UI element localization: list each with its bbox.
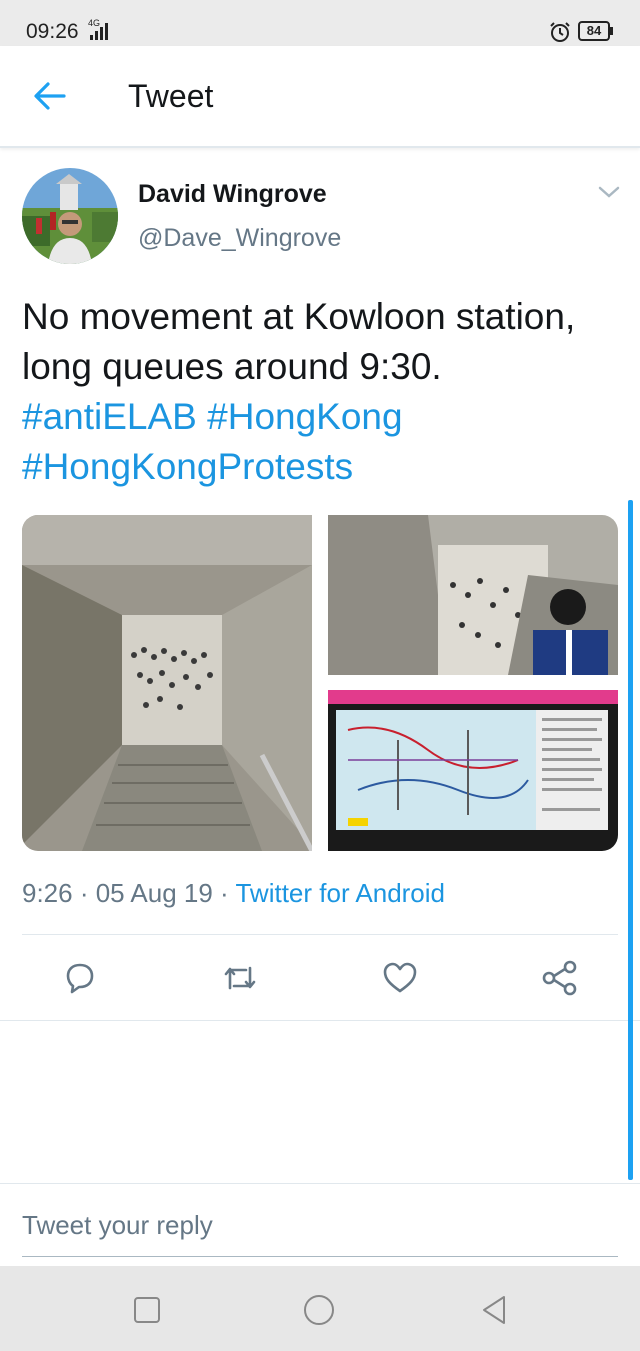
timestamp-text: 9:26 · 05 Aug 19 · xyxy=(22,878,236,908)
photo-mtr-map[interactable] xyxy=(328,690,618,851)
reply-icon xyxy=(66,963,94,994)
status-bar: 09:26 4G 84 xyxy=(0,0,640,46)
top-app-bar: Tweet xyxy=(0,46,640,148)
like-button[interactable] xyxy=(380,958,420,998)
reply-button[interactable] xyxy=(60,958,100,998)
hashtag-link[interactable]: #HongKongProtests xyxy=(22,446,353,487)
author-name[interactable]: David Wingrove xyxy=(138,180,327,209)
hashtag-link[interactable]: #HongKong xyxy=(207,396,402,437)
tweet-timestamp: 9:26 · 05 Aug 19 · Twitter for Android xyxy=(22,878,445,909)
signal-icon: 4G xyxy=(88,18,108,40)
chevron-down-icon[interactable] xyxy=(596,182,622,202)
retweet-button[interactable] xyxy=(220,958,260,998)
tweet-text: No movement at Kowloon station, long que… xyxy=(22,292,612,492)
recent-apps-icon[interactable] xyxy=(130,1293,164,1327)
home-icon[interactable] xyxy=(302,1293,336,1327)
system-nav-bar xyxy=(0,1266,640,1351)
divider xyxy=(0,1020,640,1021)
client-link[interactable]: Twitter for Android xyxy=(235,878,445,908)
author-handle[interactable]: @Dave_Wingrove xyxy=(138,224,341,253)
retweet-icon xyxy=(224,966,256,990)
tweet-body-text: No movement at Kowloon station, long que… xyxy=(22,296,576,387)
photo-stairway[interactable] xyxy=(22,515,312,851)
reply-composer[interactable]: Tweet your reply xyxy=(0,1183,640,1265)
arrow-left-icon[interactable] xyxy=(30,78,70,114)
back-triangle-icon[interactable] xyxy=(476,1293,510,1327)
alarm-icon xyxy=(550,22,570,42)
hashtag-link[interactable]: #antiELAB xyxy=(22,396,197,437)
status-time: 09:26 xyxy=(26,20,79,43)
reply-input[interactable]: Tweet your reply xyxy=(22,1210,213,1241)
avatar[interactable] xyxy=(22,168,118,264)
photo-station-overhead[interactable] xyxy=(328,515,618,675)
scrollbar[interactable] xyxy=(628,500,633,1180)
share-button[interactable] xyxy=(540,958,580,998)
network-type: 4G xyxy=(88,18,100,28)
like-icon xyxy=(383,962,417,993)
divider xyxy=(22,934,618,935)
battery-level: 84 xyxy=(586,23,602,38)
page-title: Tweet xyxy=(128,78,214,114)
reply-underline xyxy=(22,1256,618,1257)
media-grid xyxy=(22,515,618,851)
share-icon xyxy=(542,960,577,996)
